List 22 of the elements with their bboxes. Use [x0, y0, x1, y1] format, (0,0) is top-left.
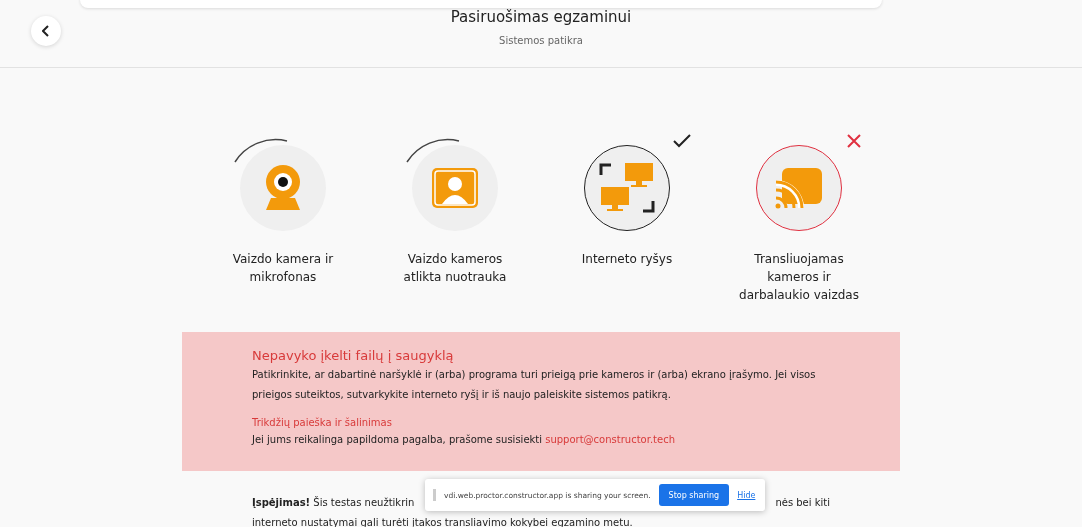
step-label: Transliuojamas kameros ir darbalaukio vaizdas	[738, 251, 860, 304]
warning-text: Įspėjimas! Šis testas neužtikrin	[252, 495, 415, 510]
warning-text: nės bei kiti	[775, 496, 830, 510]
support-email-link[interactable]: support@constructor.tech	[545, 434, 675, 445]
step-label: Vaizdo kamera ir mikrofonas	[231, 251, 335, 286]
webcam-icon	[263, 164, 303, 212]
alert-title: Nepavyko įkelti failų į saugyklą	[252, 348, 455, 363]
page-title: Pasiruošimas egzaminui	[450, 8, 632, 26]
troubleshooting-link[interactable]: Trikdžių paieška ir šalinimas	[252, 417, 392, 428]
network-computers-icon	[599, 161, 655, 215]
step-label: Vaizdo kameros atlikta nuotrauka	[402, 251, 508, 286]
help-text: Jei jums reikalinga papildoma pagalba, prašome susisiekti support@constructor.tech	[252, 434, 676, 445]
page-subtitle: Sistemos patikra	[499, 35, 583, 46]
grip-icon	[433, 489, 436, 501]
hide-link[interactable]: Hide	[737, 490, 756, 500]
chevron-left-icon	[42, 25, 50, 37]
portrait-icon	[430, 166, 480, 210]
cast-icon	[774, 166, 824, 210]
back-button[interactable]	[31, 16, 61, 46]
alert-message: Patikrinkite, ar dabartinė naršyklė ir (arba) programa turi prieigą prie kameros ir (arba) ekrano įrašymo. Jei visos prieigos suteiktos, sutvarkykite interneto ryšį ir iš naujo paleiskite sistemos patikrą.	[252, 368, 817, 402]
step-label: Interneto ryšys	[581, 251, 673, 268]
stop-sharing-button[interactable]: Stop sharing	[658, 484, 730, 506]
